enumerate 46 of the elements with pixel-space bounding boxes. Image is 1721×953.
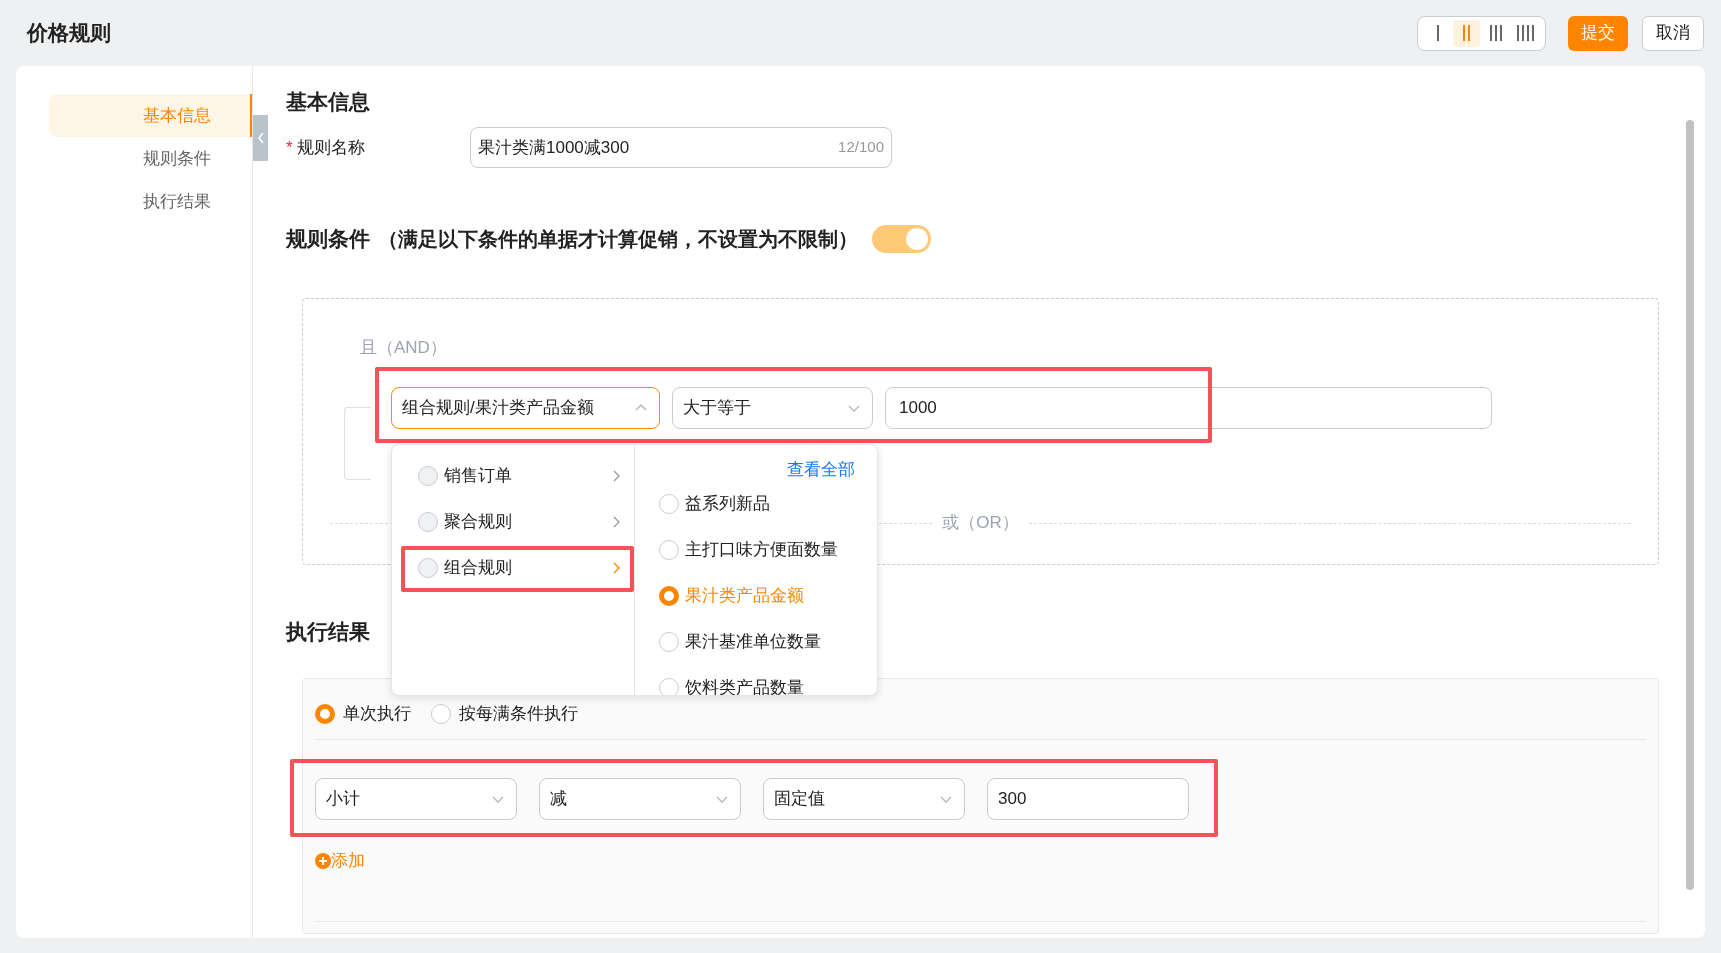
section-heading: 基本信息 [286,89,370,112]
amount-field[interactable]: 300 [987,778,1189,820]
character-counter: 12/100 [838,137,884,158]
option-item[interactable]: 益系列新品 [659,481,877,527]
and-label: 且（AND） [360,337,447,359]
section-heading: 执行结果 [286,619,370,642]
radio-button[interactable] [431,704,451,724]
category-item[interactable]: 销售订单 [392,453,634,499]
radio-button[interactable] [659,586,679,606]
column-layout-button[interactable] [1453,19,1481,47]
sidebar-item[interactable]: 执行结果 [49,180,252,223]
required-mark: * [286,136,293,159]
plus-circle-icon [315,853,331,869]
section-heading: 规则条件 [286,226,370,253]
select-field[interactable]: 减 [539,778,741,820]
scrollbar[interactable] [1686,120,1694,890]
radio-button[interactable] [315,704,335,724]
category-item[interactable]: 组合规则 [392,545,634,591]
field-select[interactable]: 组合规则/果汁类产品金额 [391,387,660,429]
cancel-button[interactable]: 取消 [1642,15,1704,51]
select-field[interactable]: 固定值 [763,778,965,820]
sidebar-item[interactable]: 规则条件 [49,137,252,180]
chevron-icon [255,131,266,145]
select-field[interactable]: 小计 [315,778,517,820]
section-note: （满足以下条件的单据才计算促销，不设置为不限制） [378,227,858,252]
radio-button[interactable] [418,558,438,578]
radio-button[interactable] [418,466,438,486]
radio-button[interactable] [659,540,679,560]
view-all-link[interactable]: 查看全部 [787,457,855,481]
toggle-switch[interactable] [872,225,931,253]
radio-button[interactable] [418,512,438,532]
operator-select[interactable]: 大于等于 [672,387,873,429]
radio-label: 按每满条件执行 [459,703,578,726]
option-item[interactable]: 果汁基准单位数量 [659,619,877,665]
field-label: 规则名称 [296,136,365,159]
radio-button[interactable] [659,678,679,695]
collapse-tab[interactable] [253,115,268,161]
page-title: 价格规则 [27,20,111,47]
or-label: 或（OR） [941,512,1020,535]
radio-button[interactable] [659,494,679,514]
category-item[interactable]: 聚合规则 [392,499,634,545]
radio-button[interactable] [659,632,679,652]
option-item[interactable]: 主打口味方便面数量 [659,527,877,573]
radio-label: 单次执行 [343,703,411,726]
value-field[interactable]: 1000 [885,387,1492,429]
rule-name-field[interactable]: 果汁类满1000减300 12/100 [470,127,892,168]
